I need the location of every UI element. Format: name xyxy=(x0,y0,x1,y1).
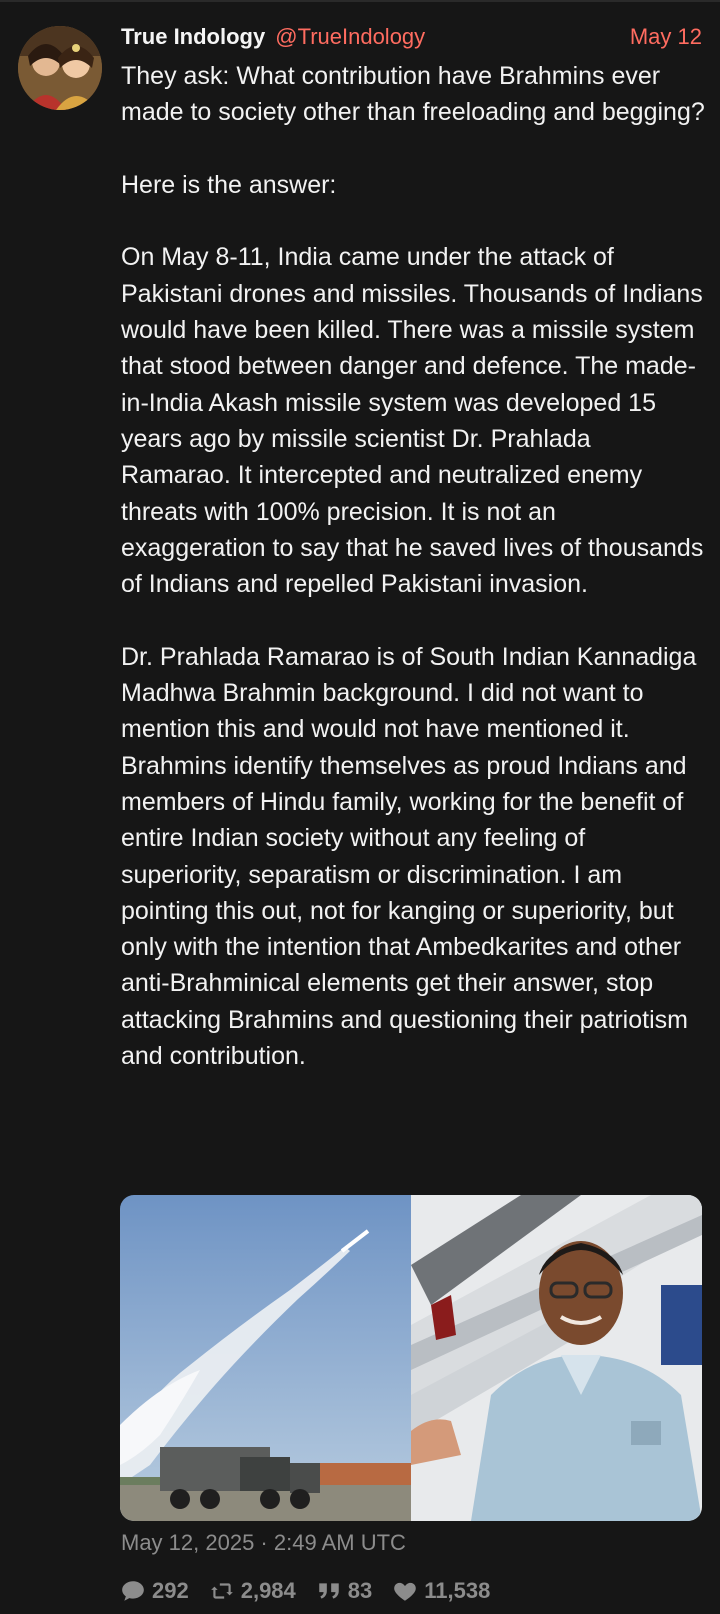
media-image-missile-launch[interactable] xyxy=(120,1195,411,1521)
like-count: 11,538 xyxy=(424,1578,491,1603)
like-stat[interactable]: 11,538 xyxy=(392,1578,490,1604)
reply-stat[interactable]: 292 xyxy=(120,1578,189,1604)
retweet-count: 2,984 xyxy=(240,1578,296,1603)
author-avatar[interactable] xyxy=(18,26,102,110)
tweet-date-link[interactable]: May 12 xyxy=(630,24,702,50)
reply-count: 292 xyxy=(152,1578,189,1603)
retweet-icon xyxy=(210,1583,233,1599)
top-divider xyxy=(0,0,720,2)
missile-launch-image xyxy=(120,1195,411,1521)
author-handle[interactable]: @TrueIndology xyxy=(275,24,425,50)
comment-icon xyxy=(122,1581,144,1601)
quote-icon xyxy=(319,1583,339,1599)
media-image-scientist-portrait[interactable] xyxy=(411,1195,702,1521)
tweet-media-gallery xyxy=(120,1195,702,1521)
tweet-paragraph: On May 8-11, India came under the attack… xyxy=(121,243,704,599)
tweet-header: True Indology @TrueIndology May 12 xyxy=(121,22,702,52)
scientist-portrait-image xyxy=(411,1195,702,1521)
tweet-paragraph: Here is the answer: xyxy=(121,170,337,199)
published-timestamp[interactable]: May 12, 2025 · 2:49 AM UTC xyxy=(121,1530,406,1556)
avatar-image xyxy=(18,26,102,110)
author-fullname[interactable]: True Indology xyxy=(121,24,265,50)
quote-count: 83 xyxy=(347,1578,373,1603)
tweet-content: They ask: What contribution have Brahmin… xyxy=(121,58,706,1074)
tweet-paragraph: They ask: What contribution have Brahmin… xyxy=(121,62,705,127)
retweet-stat[interactable]: 2,984 xyxy=(209,1578,296,1604)
tweet-paragraph: Dr. Prahlada Ramarao is of South Indian … xyxy=(121,642,697,1071)
tweet-stats: 292 2,984 83 11,538 xyxy=(120,1574,510,1608)
quote-stat[interactable]: 83 xyxy=(316,1578,372,1604)
heart-icon xyxy=(394,1582,417,1601)
